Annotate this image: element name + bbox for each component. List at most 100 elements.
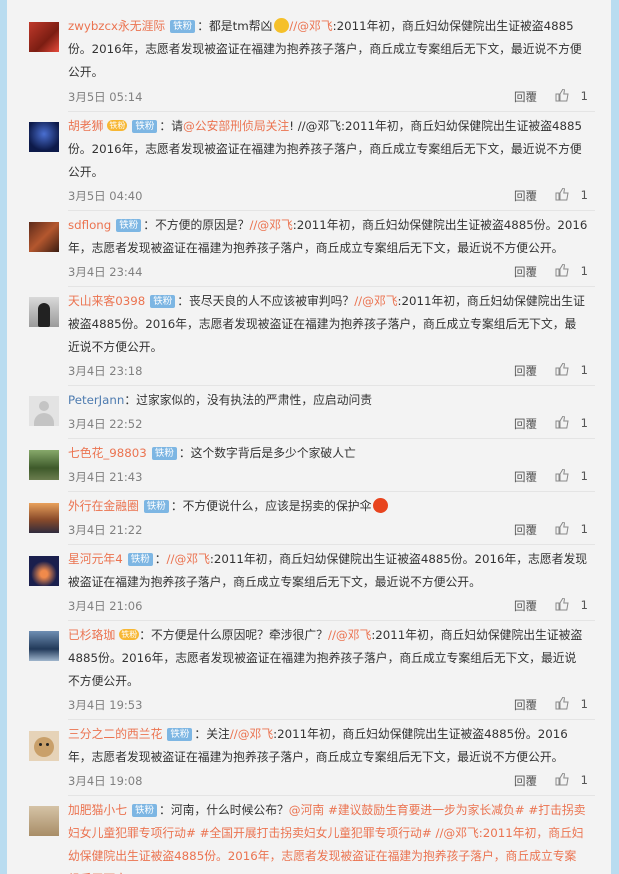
- avatar[interactable]: [29, 222, 59, 252]
- avatar[interactable]: [29, 503, 59, 533]
- comment-time: 3月4日 21:06: [68, 599, 143, 613]
- comment-time: 3月4日 19:08: [68, 774, 143, 788]
- comment-text: 天山来客0398 铁粉 ：丧尽天良的人不应该被审判吗？//@邓飞:2011年初，商丘…: [68, 290, 588, 359]
- comment-content: ：这个数字背后是多少个家破人亡: [178, 446, 356, 460]
- comment-text: zwybzcx永无涯际 铁粉 ：都是tm帮凶//@邓飞:2011年初，商丘妇幼保健院…: [68, 15, 588, 84]
- avatar[interactable]: [29, 631, 59, 661]
- reply-button[interactable]: 回覆: [514, 697, 537, 713]
- reply-button[interactable]: 回覆: [514, 522, 537, 538]
- fan-badge[interactable]: 铁粉: [127, 553, 153, 566]
- comment-time: 3月5日 04:40: [68, 189, 143, 203]
- thumbs-up-icon[interactable]: [555, 263, 569, 280]
- fan-badge[interactable]: 铁粉: [170, 20, 196, 33]
- comment-meta: 3月4日 23:18 回覆 1: [68, 361, 588, 381]
- comment-content: ：请: [159, 119, 184, 133]
- mention-link[interactable]: //@邓飞: [230, 727, 273, 741]
- mention-link[interactable]: //@邓飞: [249, 218, 292, 232]
- comment-meta: 3月4日 22:52 回覆 1: [68, 414, 588, 434]
- avatar[interactable]: [29, 396, 59, 426]
- divider: [68, 438, 595, 439]
- comment-username[interactable]: 已杉珞珈: [68, 628, 115, 642]
- comment-username[interactable]: PeterJann: [68, 393, 124, 407]
- comment-time: 3月4日 22:52: [68, 417, 143, 431]
- reply-button[interactable]: 回覆: [514, 188, 537, 204]
- comment-username[interactable]: 加肥猫小七: [68, 803, 127, 817]
- comment-text: 星河元年4 铁粉 ：//@邓飞:2011年初，商丘妇幼保健院出生证被盗4885份。2…: [68, 548, 588, 594]
- divider: [68, 286, 595, 287]
- thumbs-up-icon[interactable]: [555, 187, 569, 204]
- like-count: 1: [580, 469, 588, 483]
- comment-text: 七色花_98803 铁粉 ：这个数字背后是多少个家破人亡: [68, 442, 588, 465]
- reply-button[interactable]: 回覆: [514, 598, 537, 614]
- fan-badge[interactable]: 铁粉: [167, 728, 193, 741]
- like-count: 1: [580, 773, 588, 787]
- mention-link[interactable]: //@邓飞: [354, 294, 397, 308]
- mention-link[interactable]: @公安部刑侦局关注: [183, 119, 289, 133]
- vip-badge[interactable]: 铁粉: [107, 120, 128, 131]
- mention-link[interactable]: @河南: [289, 803, 324, 817]
- laugh-emoji-icon: [274, 18, 290, 33]
- avatar[interactable]: [29, 297, 59, 327]
- fan-badge[interactable]: 铁粉: [143, 500, 169, 513]
- comment-content: ：关注: [194, 727, 230, 741]
- comment-username[interactable]: 天山来客0398: [68, 294, 145, 308]
- comment-text: PeterJann：过家家似的，没有执法的严肃性，应启动问责: [68, 389, 588, 412]
- avatar[interactable]: [29, 731, 59, 761]
- comment-time: 3月4日 19:53: [68, 698, 143, 712]
- mention-link[interactable]: //@邓飞: [289, 19, 332, 33]
- divider: [68, 795, 595, 796]
- reply-button[interactable]: 回覆: [514, 89, 537, 105]
- avatar[interactable]: [29, 22, 59, 52]
- like-count: 1: [580, 89, 588, 103]
- thumbs-up-icon[interactable]: [555, 415, 569, 432]
- comment-text: 三分之二的西兰花 铁粉 ：关注//@邓飞:2011年初，商丘妇幼保健院出生证被盗48…: [68, 723, 588, 769]
- avatar[interactable]: [29, 122, 59, 152]
- fan-badge[interactable]: 铁粉: [132, 120, 158, 133]
- mention-link[interactable]: //@邓飞: [328, 628, 371, 642]
- reply-button[interactable]: 回覆: [514, 264, 537, 280]
- fan-badge[interactable]: 铁粉: [132, 804, 158, 817]
- thumbs-up-icon[interactable]: [555, 362, 569, 379]
- comment-time: 3月4日 23:18: [68, 364, 143, 378]
- comment-username[interactable]: sdflong: [68, 218, 111, 232]
- fan-badge[interactable]: 铁粉: [116, 219, 142, 232]
- vip-badge[interactable]: 铁粉: [119, 629, 140, 640]
- fan-badge[interactable]: 铁粉: [151, 447, 177, 460]
- thumbs-up-icon[interactable]: [555, 88, 569, 105]
- comment-text: 胡老狮 铁粉 铁粉 ：请@公安部刑侦局关注! //@邓飞:2011年初，商丘妇幼保健院…: [68, 115, 588, 184]
- comment-username[interactable]: 三分之二的西兰花: [68, 727, 162, 741]
- comment-username[interactable]: zwybzcx永无涯际: [68, 19, 165, 33]
- fan-badge[interactable]: 铁粉: [150, 295, 176, 308]
- divider: [68, 210, 595, 211]
- comment-content: ：不方便是什么原因呢？牵涉很广？: [139, 628, 328, 642]
- like-count: 1: [580, 522, 588, 536]
- comment-username[interactable]: 七色花_98803: [68, 446, 147, 460]
- divider: [68, 491, 595, 492]
- reply-button[interactable]: 回覆: [514, 416, 537, 432]
- divider: [68, 719, 595, 720]
- comment-meta: 3月4日 19:53 回覆 1: [68, 695, 588, 715]
- thumbs-up-icon[interactable]: [555, 521, 569, 538]
- comment-time: 3月4日 23:44: [68, 265, 143, 279]
- comment-username[interactable]: 外行在金融圈: [68, 499, 139, 513]
- thumbs-up-icon[interactable]: [555, 468, 569, 485]
- comment-time: 3月4日 21:43: [68, 470, 143, 484]
- comment-content: ：不方便说什么，应该是拐卖的保护伞: [170, 499, 372, 513]
- divider: [68, 111, 595, 112]
- avatar[interactable]: [29, 806, 59, 836]
- comment-content: ：都是tm帮凶: [197, 19, 273, 33]
- thumbs-up-icon[interactable]: [555, 772, 569, 789]
- thumbs-up-icon[interactable]: [555, 696, 569, 713]
- comment-username[interactable]: 胡老狮: [68, 119, 103, 133]
- thumbs-up-icon[interactable]: [555, 597, 569, 614]
- comment-username[interactable]: 星河元年4: [68, 552, 123, 566]
- reply-button[interactable]: 回覆: [514, 469, 537, 485]
- comment-meta: 3月5日 04:40 回覆 1: [68, 186, 588, 206]
- comment-content: ：丧尽天良的人不应该被审判吗？: [177, 294, 355, 308]
- comment-meta: 3月4日 23:44 回覆 1: [68, 262, 588, 282]
- reply-button[interactable]: 回覆: [514, 773, 537, 789]
- mention-link[interactable]: //@邓飞: [167, 552, 210, 566]
- avatar[interactable]: [29, 450, 59, 480]
- avatar[interactable]: [29, 556, 59, 586]
- reply-button[interactable]: 回覆: [514, 363, 537, 379]
